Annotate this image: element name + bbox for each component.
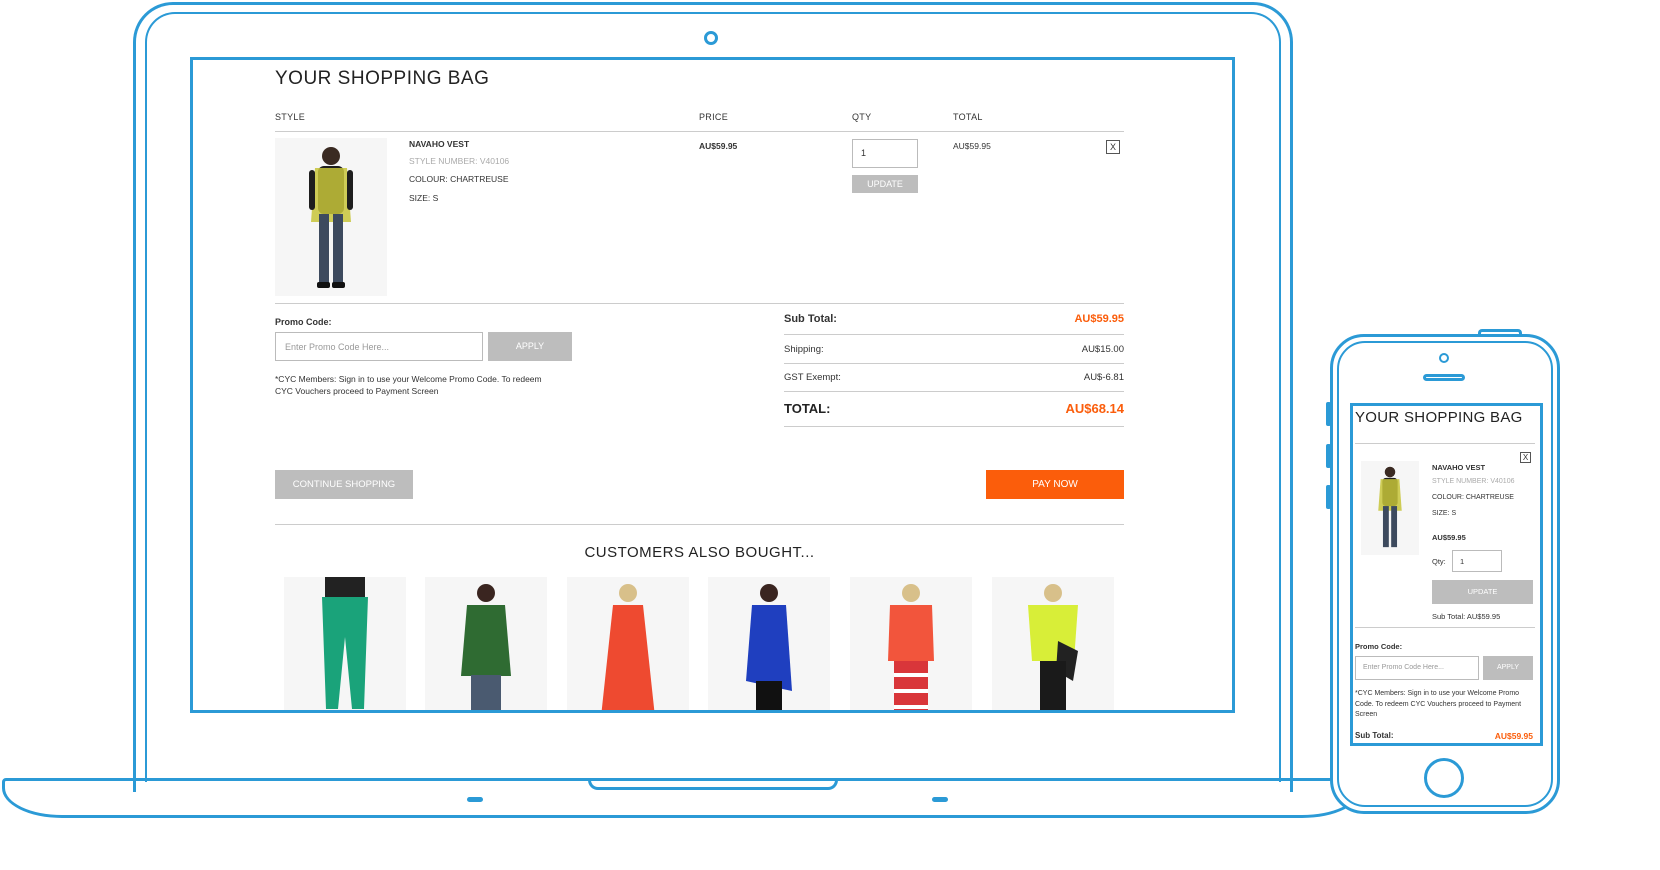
recommended-product[interactable]	[708, 577, 830, 710]
gst-value: AU$-6.81	[1083, 372, 1124, 383]
mobile-subtotal-label: Sub Total:	[1355, 731, 1394, 740]
column-header-price: PRICE	[699, 112, 729, 122]
mobile-product-style-number: STYLE NUMBER: V40106	[1432, 478, 1515, 485]
recommended-product[interactable]	[992, 577, 1114, 710]
mobile-quantity-input[interactable]: 1	[1452, 550, 1502, 572]
mobile-page-title: YOUR SHOPPING BAG	[1355, 409, 1523, 426]
recommended-product[interactable]	[284, 577, 406, 710]
shipping-label: Shipping:	[784, 344, 824, 355]
laptop-camera-icon	[704, 31, 718, 45]
recommended-product[interactable]	[567, 577, 689, 710]
desktop-screen: YOUR SHOPPING BAG STYLE PRICE QTY TOTAL …	[190, 57, 1235, 713]
item-divider	[275, 303, 1124, 304]
continue-shopping-button[interactable]: CONTINUE SHOPPING	[275, 470, 413, 499]
laptop-notch	[588, 778, 838, 790]
mobile-promo-input[interactable]: Enter Promo Code Here...	[1355, 656, 1479, 680]
subtotal-value: AU$59.95	[1074, 313, 1124, 325]
page-title: YOUR SHOPPING BAG	[275, 68, 490, 89]
mobile-promo-note: *CYC Members: Sign in to use your Welcom…	[1355, 690, 1522, 718]
subtotal-label: Sub Total:	[784, 313, 837, 325]
product-colour: COLOUR: CHARTREUSE	[409, 174, 509, 184]
product-name[interactable]: NAVAHO VEST	[409, 139, 469, 149]
shipping-value: AU$15.00	[1081, 344, 1124, 355]
also-bought-title: CUSTOMERS ALSO BOUGHT...	[584, 544, 815, 561]
mobile-apply-button[interactable]: APPLY	[1483, 656, 1533, 680]
product-image[interactable]	[275, 138, 387, 296]
mobile-screen: YOUR SHOPPING BAG X NAVAHO VEST STYLE NU…	[1350, 403, 1543, 746]
mobile-qty-label: Qty:	[1432, 557, 1446, 566]
update-button[interactable]: UPDATE	[852, 175, 918, 193]
promo-note: *CYC Members: Sign in to use your Welcom…	[275, 374, 542, 396]
recommended-product[interactable]	[850, 577, 972, 710]
product-style-number: STYLE NUMBER: V40106	[409, 156, 510, 166]
summary-divider	[784, 334, 1124, 335]
promo-code-label: Promo Code:	[275, 317, 332, 327]
phone-speaker	[1423, 374, 1465, 381]
pay-now-button[interactable]: PAY NOW	[986, 470, 1124, 499]
laptop-foot	[932, 797, 948, 802]
mobile-divider	[1355, 443, 1535, 444]
section-divider	[275, 524, 1124, 525]
summary-divider	[784, 363, 1124, 364]
apply-promo-button[interactable]: APPLY	[488, 332, 572, 361]
quantity-input[interactable]: 1	[852, 139, 918, 168]
gst-label: GST Exempt:	[784, 372, 841, 383]
mobile-product-size: SIZE: S	[1432, 510, 1457, 517]
laptop-foot	[467, 797, 483, 802]
promo-code-input[interactable]: Enter Promo Code Here...	[275, 332, 483, 361]
mobile-subtotal-line: Sub Total: AU$59.95	[1432, 612, 1501, 621]
mobile-product-price: AU$59.95	[1432, 533, 1466, 542]
line-total: AU$59.95	[953, 141, 991, 151]
mobile-product-name[interactable]: NAVAHO VEST	[1432, 463, 1485, 472]
phone-home-button[interactable]	[1424, 758, 1464, 798]
mobile-subtotal-value: AU$59.95	[1494, 731, 1533, 741]
total-label: TOTAL:	[784, 401, 831, 416]
remove-item-button[interactable]: X	[1106, 140, 1120, 154]
header-divider	[275, 131, 1124, 132]
product-price: AU$59.95	[699, 141, 738, 151]
column-header-style: STYLE	[275, 112, 306, 122]
total-value: AU$68.14	[1065, 401, 1124, 416]
mobile-remove-item-button[interactable]: X	[1520, 452, 1531, 463]
mobile-product-image[interactable]	[1361, 461, 1419, 555]
column-header-qty: QTY	[852, 112, 872, 122]
product-size: SIZE: S	[409, 193, 439, 203]
mobile-divider	[1355, 627, 1535, 628]
mobile-promo-label: Promo Code:	[1355, 642, 1403, 651]
column-header-total: TOTAL	[953, 112, 983, 122]
summary-divider	[784, 426, 1124, 427]
mobile-update-button[interactable]: UPDATE	[1432, 580, 1533, 604]
phone-camera-icon	[1439, 353, 1449, 363]
mobile-product-colour: COLOUR: CHARTREUSE	[1432, 494, 1514, 501]
summary-divider	[784, 391, 1124, 392]
recommended-product[interactable]	[425, 577, 547, 710]
